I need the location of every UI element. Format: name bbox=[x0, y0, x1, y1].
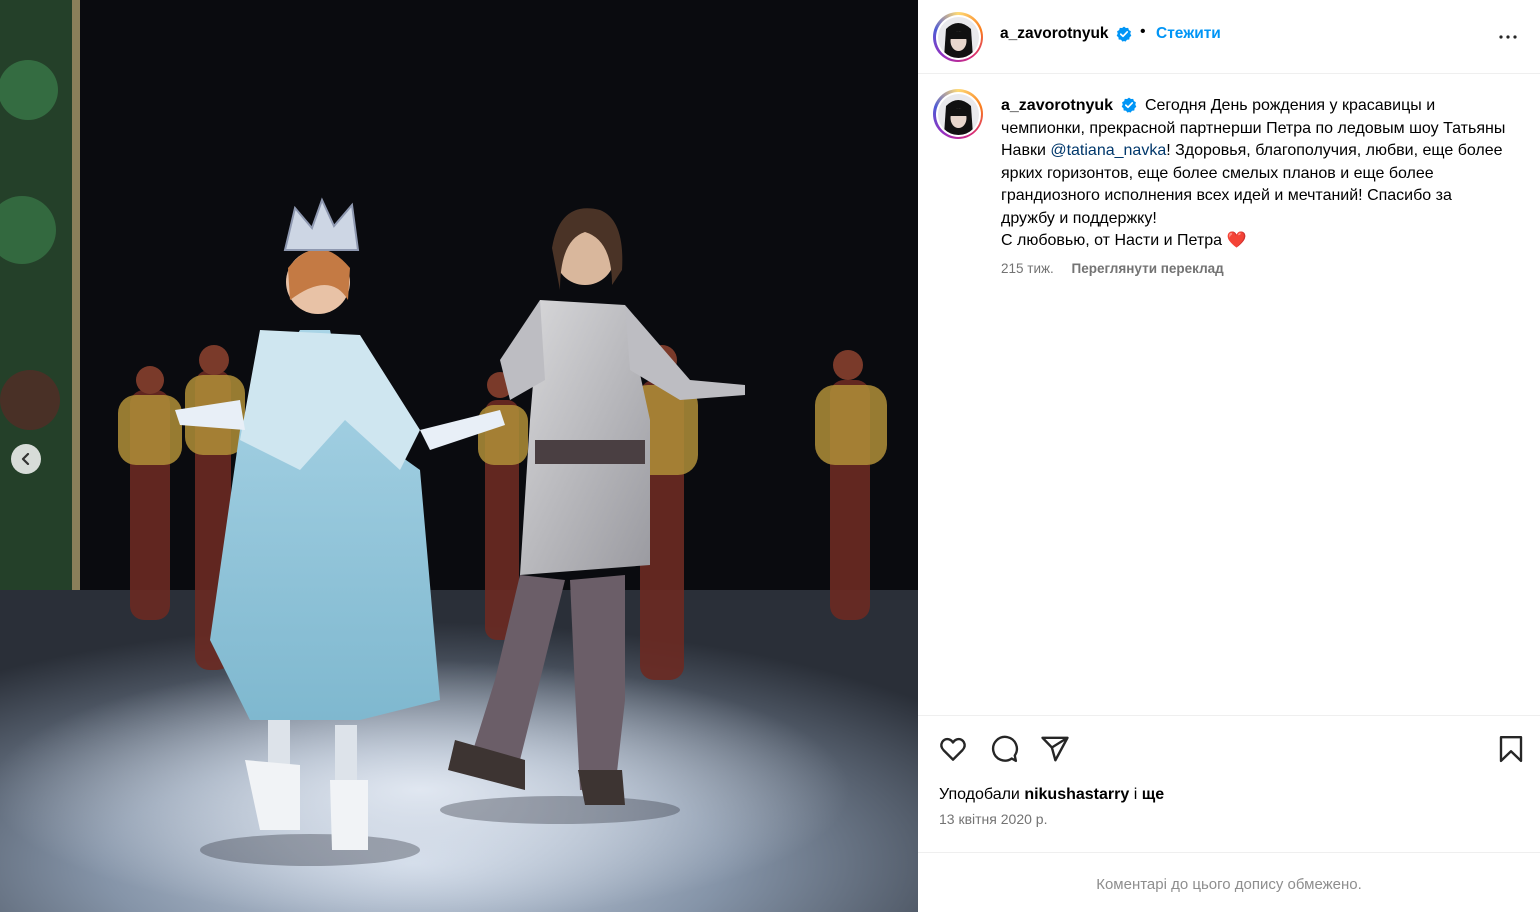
caption-meta: 215 тиж. Переглянути переклад bbox=[1001, 261, 1224, 276]
caption-section: a_zavorotnyuk Сегодня День рождения у кр… bbox=[918, 75, 1540, 715]
comments-limited-notice: Коментарі до цього допису обмежено. bbox=[1096, 876, 1362, 893]
avatar[interactable] bbox=[933, 12, 983, 62]
liked-by-user-link[interactable]: nikushastarry bbox=[1024, 786, 1129, 803]
caption-username[interactable]: a_zavorotnyuk bbox=[1001, 97, 1113, 114]
post-media[interactable] bbox=[0, 0, 918, 912]
likes-joiner: і bbox=[1129, 786, 1142, 803]
share-icon[interactable] bbox=[1040, 734, 1070, 764]
post-details-panel: a_zavorotnyuk • Стежити a_zavorotnyuk Се… bbox=[918, 0, 1540, 912]
heart-emoji-icon: ❤️ bbox=[1226, 232, 1247, 249]
liked-by-others-link[interactable]: ще bbox=[1142, 786, 1164, 803]
follow-button[interactable]: Стежити bbox=[1156, 25, 1221, 43]
post-date[interactable]: 13 квітня 2020 р. bbox=[939, 811, 1047, 827]
post-photo bbox=[0, 0, 918, 912]
caption-text: a_zavorotnyuk Сегодня День рождения у кр… bbox=[1001, 95, 1506, 253]
profile-photo bbox=[937, 16, 979, 58]
carousel-prev-button[interactable] bbox=[11, 444, 41, 474]
post-actions: Уподобали nikushastarry і ще 13 квітня 2… bbox=[918, 715, 1540, 853]
caption-signoff: С любовью, от Насти и Петра bbox=[1001, 232, 1227, 249]
likes-summary: Уподобали nikushastarry і ще bbox=[939, 786, 1164, 804]
verified-badge-icon bbox=[1116, 26, 1132, 42]
caption-mention-link[interactable]: @tatiana_navka bbox=[1050, 142, 1166, 159]
heart-icon[interactable] bbox=[938, 734, 968, 764]
comment-icon[interactable] bbox=[989, 734, 1019, 764]
chevron-left-icon bbox=[21, 453, 30, 465]
more-horizontal-icon[interactable] bbox=[1496, 25, 1520, 49]
likes-prefix: Уподобали bbox=[939, 786, 1025, 803]
separator-dot: • bbox=[1140, 23, 1146, 40]
header-username[interactable]: a_zavorotnyuk bbox=[1000, 25, 1109, 43]
post-header: a_zavorotnyuk • Стежити bbox=[918, 0, 1540, 74]
profile-photo bbox=[937, 93, 979, 135]
see-translation-link[interactable]: Переглянути переклад bbox=[1072, 261, 1224, 276]
bookmark-icon[interactable] bbox=[1496, 734, 1526, 764]
caption-avatar[interactable] bbox=[933, 89, 983, 139]
verified-badge-icon bbox=[1121, 97, 1136, 113]
post-age[interactable]: 215 тиж. bbox=[1001, 261, 1054, 276]
